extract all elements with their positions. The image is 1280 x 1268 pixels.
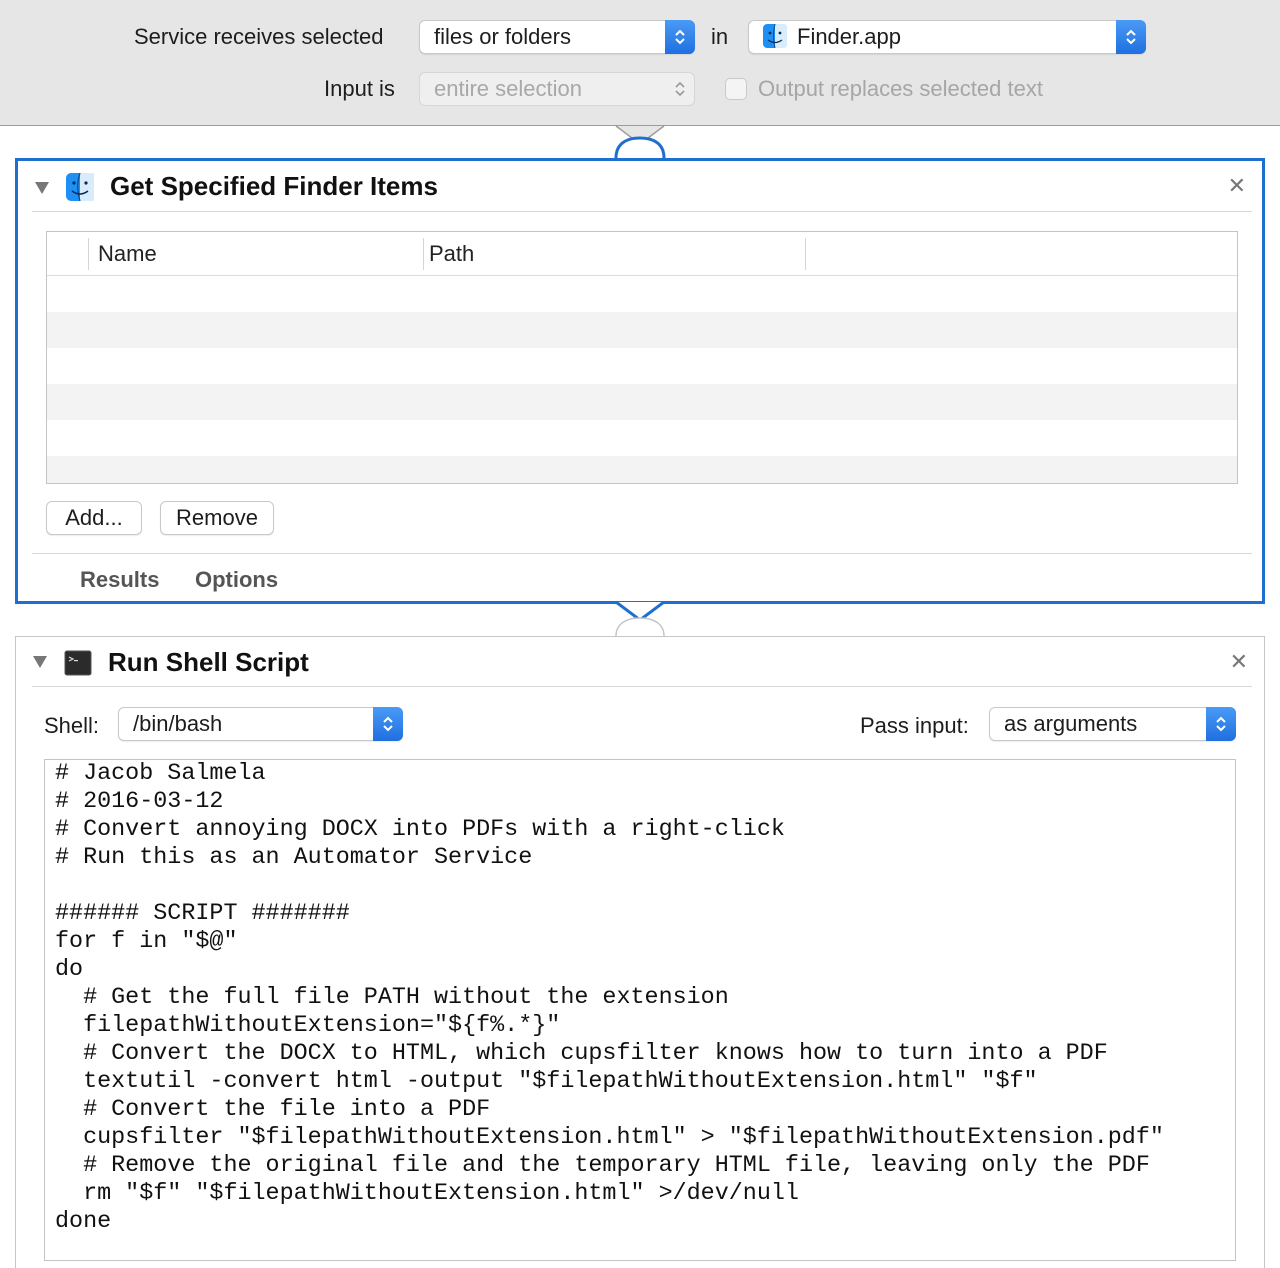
in-label: in bbox=[711, 24, 729, 49]
table-row[interactable] bbox=[47, 276, 1237, 312]
workflow-connector bbox=[615, 600, 665, 637]
action-header: Get Specified Finder Items ✕ bbox=[18, 161, 1262, 213]
divider bbox=[32, 211, 1252, 212]
updown-chevron-icon bbox=[665, 20, 695, 54]
pass-input-popup[interactable]: as arguments bbox=[989, 707, 1236, 741]
action-header: Run Shell Script ✕ bbox=[16, 637, 1264, 689]
service-receives-label: Service receives selected bbox=[134, 24, 384, 49]
action-title: Run Shell Script bbox=[108, 647, 309, 677]
pass-input-label: Pass input: bbox=[860, 713, 969, 738]
table-row[interactable] bbox=[47, 420, 1237, 456]
application-value: Finder.app bbox=[797, 24, 901, 49]
shell-label: Shell: bbox=[44, 713, 100, 738]
add-button[interactable]: Add... bbox=[46, 501, 142, 535]
updown-chevron-icon bbox=[1206, 707, 1236, 741]
output-replaces-checkbox[interactable] bbox=[725, 78, 747, 100]
action-run-shell-script[interactable]: Run Shell Script ✕ Shell: /bin/bash Pass… bbox=[15, 636, 1265, 1268]
finder-icon bbox=[763, 24, 787, 48]
close-icon[interactable]: ✕ bbox=[1228, 175, 1246, 197]
input-type-popup[interactable]: files or folders bbox=[419, 20, 695, 54]
action-get-specified-finder-items[interactable]: Get Specified Finder Items ✕ Name Path A… bbox=[15, 158, 1265, 604]
tab-results[interactable]: Results bbox=[80, 567, 159, 593]
action-title: Get Specified Finder Items bbox=[110, 171, 438, 201]
input-type-value: files or folders bbox=[434, 24, 571, 49]
divider bbox=[32, 553, 1252, 554]
column-header-path[interactable]: Path bbox=[419, 232, 474, 276]
column-header-name[interactable]: Name bbox=[88, 232, 157, 276]
updown-chevron-icon bbox=[373, 707, 403, 741]
script-editor[interactable]: # Jacob Salmela # 2016-03-12 # Convert a… bbox=[44, 759, 1236, 1261]
table-header: Name Path bbox=[47, 232, 1237, 276]
disclosure-triangle-icon[interactable] bbox=[34, 181, 50, 195]
remove-button[interactable]: Remove bbox=[160, 501, 274, 535]
divider bbox=[32, 686, 1252, 687]
script-text[interactable]: # Jacob Salmela # 2016-03-12 # Convert a… bbox=[55, 760, 1235, 1236]
output-replaces-label: Output replaces selected text bbox=[758, 76, 1043, 101]
disclosure-triangle-icon[interactable] bbox=[32, 655, 48, 669]
finder-items-table[interactable]: Name Path bbox=[46, 231, 1238, 484]
tab-options[interactable]: Options bbox=[195, 567, 278, 593]
service-settings-bar: Service receives selected files or folde… bbox=[0, 0, 1280, 126]
close-icon[interactable]: ✕ bbox=[1230, 651, 1248, 673]
table-row[interactable] bbox=[47, 312, 1237, 348]
shell-popup[interactable]: /bin/bash bbox=[118, 707, 403, 741]
input-is-popup[interactable]: entire selection bbox=[419, 72, 695, 106]
input-is-value: entire selection bbox=[434, 76, 582, 101]
workflow-connector bbox=[614, 125, 666, 159]
updown-chevron-icon bbox=[665, 72, 695, 106]
column-divider bbox=[805, 238, 806, 270]
table-row[interactable] bbox=[47, 348, 1237, 384]
updown-chevron-icon bbox=[1116, 20, 1146, 54]
application-popup[interactable]: Finder.app bbox=[748, 20, 1146, 54]
table-row[interactable] bbox=[47, 456, 1237, 483]
shell-value: /bin/bash bbox=[133, 711, 223, 736]
input-is-label: Input is bbox=[324, 76, 395, 101]
pass-input-value: as arguments bbox=[1004, 711, 1138, 736]
terminal-icon bbox=[64, 650, 92, 676]
finder-icon bbox=[66, 173, 94, 201]
table-row[interactable] bbox=[47, 384, 1237, 420]
